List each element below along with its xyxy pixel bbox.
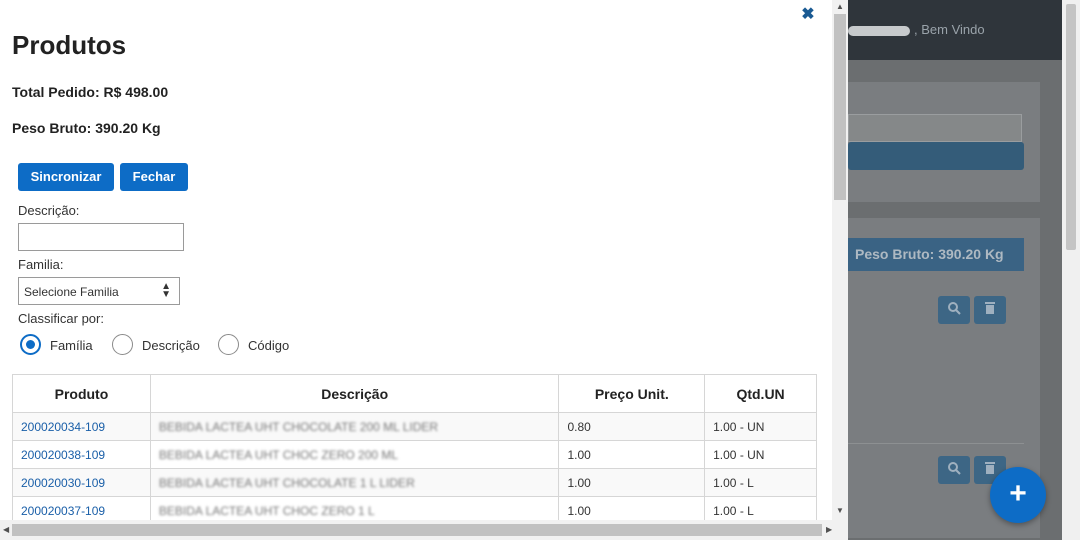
familia-label: Familia: [18, 257, 64, 272]
search-icon [948, 462, 961, 475]
cell-produto: 200020034-109 [12, 412, 151, 441]
search-icon [948, 302, 961, 315]
descricao-label: Descrição: [18, 203, 80, 218]
bg-input [848, 114, 1022, 142]
cell-descricao: BEBIDA LACTEA UHT CHOC ZERO 200 ML [149, 440, 560, 469]
modal-horizontal-scrollbar[interactable]: ◀ ▶ [0, 520, 848, 540]
bg-welcome-label: , Bem Vindo [914, 22, 985, 37]
cell-produto: 200020038-109 [12, 440, 151, 469]
bg-search-button-2 [938, 456, 970, 484]
sort-caret-icon: ▲ ▼ [161, 281, 171, 300]
cell-descricao: BEBIDA LACTEA UHT CHOCOLATE 1 L LIDER [149, 468, 560, 497]
familia-select[interactable]: Selecione Familia ▲ ▼ [18, 277, 180, 305]
radio-unselected-icon[interactable] [112, 334, 133, 355]
fechar-button[interactable]: Fechar [120, 163, 188, 191]
modal-vertical-scroll-thumb[interactable] [834, 14, 846, 200]
trash-icon [985, 462, 995, 474]
cell-produto: 200020037-109 [12, 496, 151, 520]
bg-search-button [938, 296, 970, 324]
radio-unselected-icon[interactable] [218, 334, 239, 355]
bg-peso-header: Peso Bruto: 390.20 Kg [848, 238, 1024, 271]
page-scrollbar[interactable] [1062, 0, 1080, 540]
products-modal: ✖ Produtos Total Pedido: R$ 498.00 Peso … [0, 0, 832, 520]
col-header-qtd[interactable]: Qtd.UN [704, 374, 817, 413]
product-code-link[interactable]: 200020037-109 [21, 504, 105, 518]
cell-qtd: 1.00 - L [704, 468, 817, 497]
classificar-label: Classificar por: [18, 311, 104, 326]
sort-option-label: Família [50, 338, 93, 353]
product-description: BEBIDA LACTEA UHT CHOC ZERO 200 ML [158, 447, 399, 462]
cell-preco: 0.80 [558, 412, 706, 441]
add-fab-button[interactable]: + [990, 467, 1046, 523]
bg-divider [848, 443, 1024, 444]
product-description: BEBIDA LACTEA UHT CHOCOLATE 200 ML LIDER [158, 419, 439, 434]
col-header-descricao[interactable]: Descrição [149, 374, 560, 413]
table-row[interactable]: 200020037-109 BEBIDA LACTEA UHT CHOC ZER… [12, 496, 817, 520]
product-code-link[interactable]: 200020038-109 [21, 448, 105, 462]
total-pedido: Total Pedido: R$ 498.00 [12, 84, 169, 100]
modal-vertical-scrollbar[interactable]: ▲ ▼ [832, 0, 848, 520]
trash-icon [985, 302, 995, 314]
table-header-row: Produto Descrição Preço Unit. Qtd.UN [12, 374, 817, 413]
page-scrollbar-thumb[interactable] [1066, 4, 1076, 250]
familia-select-value: Selecione Familia [24, 285, 119, 299]
peso-bruto: Peso Bruto: 390.20 Kg [12, 120, 161, 136]
cell-preco: 1.00 [558, 468, 706, 497]
plus-icon: + [1009, 477, 1027, 510]
scroll-right-icon[interactable]: ▶ [826, 525, 832, 534]
bg-trash-button [974, 296, 1006, 324]
cell-preco: 1.00 [558, 496, 706, 520]
product-code-link[interactable]: 200020034-109 [21, 420, 105, 434]
modal-title: Produtos [12, 30, 127, 60]
cell-qtd: 1.00 - UN [704, 412, 817, 441]
cell-produto: 200020030-109 [12, 468, 151, 497]
scroll-left-icon[interactable]: ◀ [3, 525, 9, 534]
modal-horizontal-scroll-thumb[interactable] [12, 524, 822, 536]
col-header-preco[interactable]: Preço Unit. [558, 374, 706, 413]
products-table: Produto Descrição Preço Unit. Qtd.UN 200… [12, 374, 817, 520]
table-row[interactable]: 200020034-109 BEBIDA LACTEA UHT CHOCOLAT… [12, 412, 817, 441]
product-description: BEBIDA LACTEA UHT CHOCOLATE 1 L LIDER [158, 475, 415, 490]
col-header-produto[interactable]: Produto [12, 374, 151, 413]
product-code-link[interactable]: 200020030-109 [21, 476, 105, 490]
sort-option-label: Descrição [142, 338, 200, 353]
bg-welcome-text: , Bem Vindo [848, 22, 985, 37]
cell-preco: 1.00 [558, 440, 706, 469]
descricao-input[interactable] [18, 223, 184, 251]
cell-qtd: 1.00 - UN [704, 440, 817, 469]
table-row[interactable]: 200020038-109 BEBIDA LACTEA UHT CHOC ZER… [12, 440, 817, 469]
cell-qtd: 1.00 - L [704, 496, 817, 520]
sort-option-label: Código [248, 338, 290, 353]
cell-descricao: BEBIDA LACTEA UHT CHOCOLATE 200 ML LIDER [149, 412, 560, 441]
sincronizar-button[interactable]: Sincronizar [18, 163, 114, 191]
radio-selected-icon[interactable] [20, 334, 41, 355]
cell-descricao: BEBIDA LACTEA UHT CHOC ZERO 1 L [149, 496, 560, 520]
scroll-up-icon[interactable]: ▲ [836, 2, 844, 11]
table-row[interactable]: 200020030-109 BEBIDA LACTEA UHT CHOCOLAT… [12, 468, 817, 497]
bg-button [848, 142, 1024, 170]
bg-user-name-redacted [848, 25, 910, 36]
close-icon[interactable]: ✖ [800, 7, 816, 23]
scroll-down-icon[interactable]: ▼ [836, 506, 844, 515]
product-description: BEBIDA LACTEA UHT CHOC ZERO 1 L [158, 503, 375, 518]
